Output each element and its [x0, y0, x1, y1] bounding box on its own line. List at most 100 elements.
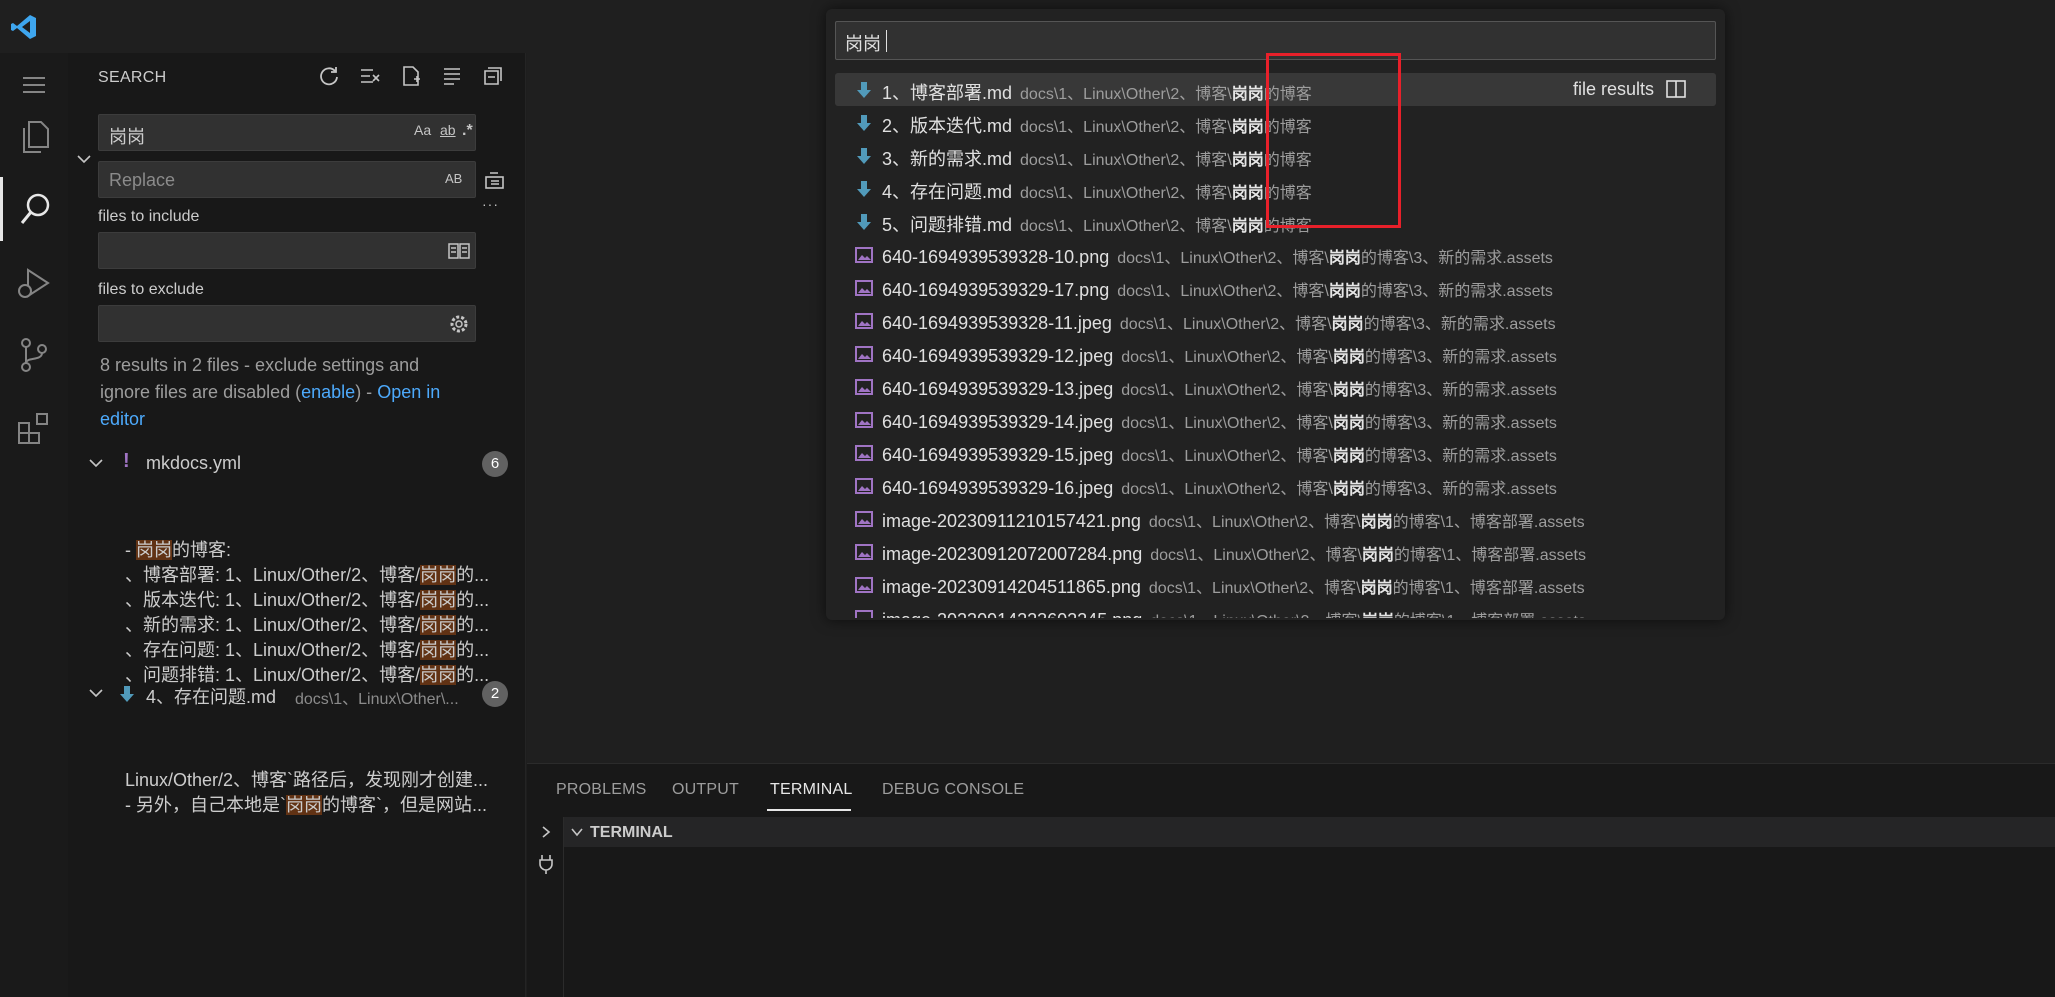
quick-open-item[interactable]: image-20230911210157421.png docs\1、Linux\… — [835, 502, 1716, 535]
match-text: 、存在问题: 1、Linux/Other/2、博客/ — [125, 640, 421, 660]
result-file-mkdocs[interactable]: ! mkdocs.yml 6 — [68, 447, 526, 480]
use-regex-toggle[interactable]: .* — [462, 122, 473, 140]
match-text: 、版本迭代: 1、Linux/Other/2、博客/ — [125, 590, 421, 610]
path-highlight: 岗岗 — [1331, 316, 1364, 333]
quick-open-item[interactable]: image-20230912072007284.png docs\1、Linux\… — [835, 535, 1716, 568]
path-text: docs\1、Linux\Other\2、博客\ — [1020, 86, 1232, 103]
tab-output[interactable]: OUTPUT — [672, 781, 739, 799]
refresh-icon[interactable] — [318, 65, 340, 87]
quick-open-item[interactable]: 640-1694939539329-14.jpeg docs\1、Linux\Ot… — [835, 403, 1716, 436]
quick-open-item[interactable]: 640-1694939539329-15.jpeg docs\1、Linux\Ot… — [835, 436, 1716, 469]
search-toolbar — [318, 65, 504, 87]
path-text: 的博客\1、博客部署.assets — [1392, 580, 1585, 597]
match-case-toggle[interactable]: Aa — [414, 122, 431, 138]
search-match-line[interactable]: - 岗岗的博客: — [125, 536, 518, 562]
collapse-all-icon[interactable] — [482, 65, 504, 87]
file-path: docs\1、Linux\Other\2、博客\岗岗的博客\3、新的需求.ass… — [1117, 283, 1553, 300]
file-name-text: 640-1694939539329-17.png — [882, 280, 1110, 300]
search-match-line[interactable]: 、博客部署: 1、Linux/Other/2、博客/岗岗的... — [125, 561, 518, 587]
file-name: 640-1694939539329-16.jpeg docs\1、Linux\Ot… — [882, 475, 1557, 499]
path-text: docs\1、Linux\Other\2、博客\ — [1020, 218, 1232, 235]
file-path: docs\1、Linux\Other\2、博客\岗岗的博客\1、博客部署.ass… — [1149, 580, 1585, 597]
tab-problems[interactable]: PROBLEMS — [556, 781, 647, 799]
file-name-text: 5、问题排错.md — [882, 215, 1013, 235]
path-text: docs\1、Linux\Other\2、博客\ — [1150, 547, 1362, 564]
files-to-include-label: files to include — [98, 208, 200, 225]
search-match-line[interactable]: - 另外，自己本地是`岗岗的博客`，但是网站... — [125, 791, 518, 817]
files-to-include-input[interactable] — [98, 232, 476, 269]
explorer-button[interactable] — [0, 105, 68, 169]
extensions-button[interactable] — [0, 397, 68, 461]
chevron-down-icon — [89, 689, 103, 698]
markdown-file-icon — [857, 148, 871, 164]
quick-open-item[interactable]: 640-1694939539328-10.png docs\1、Linux\Oth… — [835, 238, 1716, 271]
search-match-line[interactable]: 、新的需求: 1、Linux/Other/2、博客/岗岗的... — [125, 611, 518, 637]
image-file-icon — [855, 412, 873, 428]
activity-bar — [0, 53, 68, 997]
active-tab-indicator — [767, 809, 851, 811]
quick-open-item[interactable]: 640-1694939539328-11.jpeg docs\1、Linux\Ot… — [835, 304, 1716, 337]
chevron-down-icon — [571, 828, 583, 837]
file-name-text: image-20230912072007284.png — [882, 544, 1143, 564]
match-highlight: 岗岗 — [286, 795, 322, 815]
search-match-line[interactable]: Linux/Other/2、博客`路径后，发现刚才创建... — [125, 766, 518, 792]
search-match-line[interactable]: 、存在问题: 1、Linux/Other/2、博客/岗岗的... — [125, 636, 518, 662]
view-as-tree-icon[interactable] — [441, 65, 463, 87]
run-debug-button[interactable] — [0, 251, 68, 315]
use-exclude-settings-icon[interactable] — [448, 313, 470, 340]
quick-open-item[interactable]: image-20230914223602245.png docs\1、Linux\… — [835, 601, 1716, 618]
enable-link[interactable]: enable — [301, 382, 355, 402]
replace-all-icon[interactable] — [483, 169, 507, 198]
tab-terminal[interactable]: TERMINAL — [770, 781, 853, 799]
search-only-open-editors-icon[interactable] — [448, 241, 470, 266]
match-whole-word-toggle[interactable]: ab — [440, 122, 456, 138]
file-path: docs\1、Linux\Other\2、博客\岗岗的博客\3、新的需求.ass… — [1121, 481, 1557, 498]
quick-open-item[interactable]: 640-1694939539329-17.png docs\1、Linux\Oth… — [835, 271, 1716, 304]
text-cursor — [886, 30, 887, 52]
quick-open-item[interactable]: 640-1694939539329-13.jpeg docs\1、Linux\Ot… — [835, 370, 1716, 403]
match-text: 的博客: — [172, 540, 232, 560]
replace-input[interactable]: Replace AB — [98, 161, 476, 198]
file-name: 640-1694939539329-17.png docs\1、Linux\Oth… — [882, 277, 1553, 301]
file-name: image-20230914223602245.png docs\1、Linux\… — [882, 607, 1586, 618]
quick-open-item[interactable]: 640-1694939539329-12.jpeg docs\1、Linux\Ot… — [835, 337, 1716, 370]
search-input[interactable]: 岗岗 Aa ab .* — [98, 114, 476, 151]
markdown-file-icon — [857, 82, 871, 98]
plug-icon[interactable] — [538, 854, 554, 874]
search-match-line[interactable]: 、版本迭代: 1、Linux/Other/2、博客/岗岗的... — [125, 586, 518, 612]
match-highlight: 岗岗 — [420, 615, 457, 635]
run-debug-icon — [18, 268, 50, 298]
path-text: docs\1、Linux\Other\2、博客\ — [1020, 152, 1232, 169]
search-sidebar: SEARCH 岗岗 Aa ab .* Replace AB ··· files … — [68, 53, 526, 997]
vscode-logo-icon — [11, 15, 36, 39]
file-name: 640-1694939539328-11.jpeg docs\1、Linux\Ot… — [882, 310, 1556, 334]
clear-results-icon[interactable] — [359, 65, 381, 87]
path-text: 的博客\1、博客部署.assets — [1392, 514, 1585, 531]
match-count-badge: 2 — [482, 681, 508, 707]
image-file-icon — [855, 544, 873, 560]
terminal-section-header[interactable]: TERMINAL — [564, 817, 2055, 847]
preserve-case-toggle[interactable]: AB — [445, 171, 462, 186]
extensions-icon — [18, 413, 48, 444]
result-file-existing-issues[interactable]: 4、存在问题.md docs\1、Linux\Other\... 2 — [68, 677, 526, 710]
path-text: docs\1、Linux\Other\2、博客\ — [1117, 283, 1329, 300]
files-to-exclude-input[interactable] — [98, 305, 476, 342]
yaml-file-icon: ! — [123, 450, 130, 472]
quick-open-item[interactable]: image-20230914204511865.png docs\1、Linux\… — [835, 568, 1716, 601]
file-name-text: 640-1694939539329-14.jpeg — [882, 412, 1114, 432]
toggle-details-button[interactable]: ··· — [482, 196, 499, 212]
search-view-button[interactable] — [0, 177, 68, 241]
file-path: docs\1、Linux\Other\2、博客\岗岗的博客\3、新的需求.ass… — [1121, 448, 1557, 465]
hamburger-icon — [23, 77, 45, 93]
quick-open-item[interactable]: 640-1694939539329-16.jpeg docs\1、Linux\Ot… — [835, 469, 1716, 502]
path-text: 的博客\1、博客部署.assets — [1394, 613, 1586, 618]
tab-debug-console[interactable]: DEBUG CONSOLE — [882, 781, 1024, 799]
open-to-side-icon[interactable] — [1666, 80, 1686, 98]
chevron-right-icon[interactable] — [539, 825, 553, 839]
new-search-editor-icon[interactable] — [400, 65, 422, 87]
match-highlight: 岗岗 — [136, 540, 172, 560]
toggle-replace-chevron-icon[interactable] — [76, 151, 92, 172]
markdown-file-icon — [120, 686, 134, 702]
path-text: 的博客\3、新的需求.assets — [1364, 415, 1557, 432]
source-control-button[interactable] — [0, 323, 68, 387]
